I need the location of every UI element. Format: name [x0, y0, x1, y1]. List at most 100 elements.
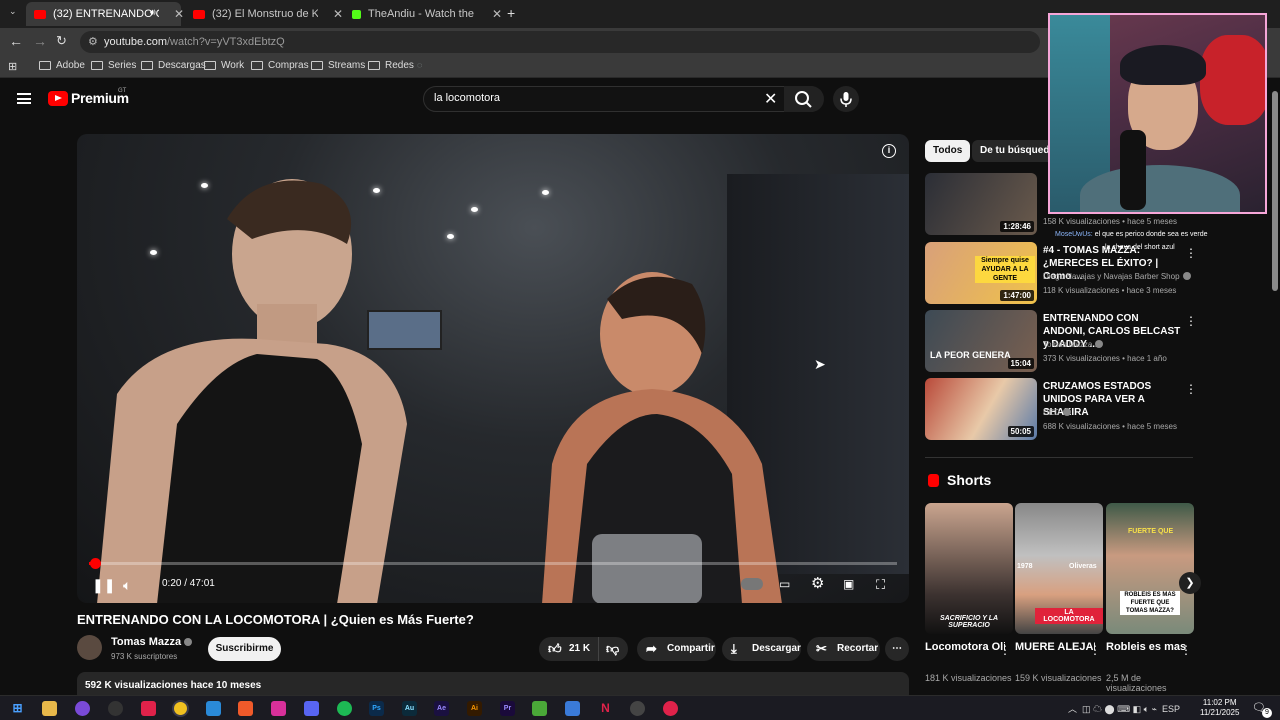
scrollbar-thumb[interactable] — [1272, 91, 1278, 291]
short-thumbnail: 1978 Oliveras LA LOCOMOTORA — [1015, 503, 1103, 634]
tray-icons[interactable]: ◫ ☁ ⬤ ⌨ ◧ 🔈︎ ⌁ — [1082, 704, 1157, 714]
tab-title: (32) ENTRENANDO CON LA — [53, 8, 159, 20]
dislike-button[interactable]: 👎︎ — [598, 637, 628, 661]
folder-icon — [311, 61, 323, 70]
spotify-icon[interactable] — [337, 701, 352, 716]
system-clock[interactable]: 11:02 PM 11/21/2025 — [1200, 698, 1239, 718]
after-effects-icon[interactable]: Ae — [434, 701, 449, 716]
audio-playing-icon[interactable]: 🔊︎ — [150, 7, 156, 18]
more-vertical-icon[interactable]: ⋮ — [999, 643, 1011, 657]
new-tab-button[interactable]: + — [507, 5, 515, 21]
app-circle-icon[interactable] — [75, 701, 90, 716]
tab-close-icon[interactable]: ✕ — [174, 7, 184, 21]
pause-icon[interactable]: ❚❚ — [92, 577, 115, 594]
more-vertical-icon[interactable]: ⋮ — [1185, 314, 1197, 328]
info-icon[interactable]: i — [882, 144, 896, 158]
tray-chevron-icon[interactable]: ︿ — [1068, 704, 1077, 714]
short-item[interactable]: 1978 Oliveras LA LOCOMOTORA MUERE ALEJAN… — [1015, 503, 1103, 683]
clear-search-icon[interactable]: ✕ — [764, 89, 777, 109]
progress-bar[interactable] — [89, 558, 897, 569]
tab-entrenando[interactable]: (32) ENTRENANDO CON LA 🔊︎ ✕ — [26, 2, 184, 26]
channel-name[interactable]: Tomas Mazza — [111, 636, 193, 648]
volume-icon[interactable]: 🔈︎ — [123, 577, 131, 594]
bookmark-label: Work — [221, 60, 245, 71]
app-gray-icon[interactable] — [630, 701, 645, 716]
search-button[interactable] — [784, 86, 824, 112]
file-explorer-icon[interactable] — [42, 701, 57, 716]
back-arrow-icon[interactable]: ← — [9, 33, 23, 49]
windows-start-icon[interactable]: ⊞ — [10, 701, 25, 716]
recommendation-item[interactable]: 50:05 CRUZAMOS ESTADOS UNIDOS PARA VER A… — [925, 378, 1197, 440]
like-button[interactable]: 👍︎ 21 K — [539, 637, 598, 661]
reload-icon[interactable]: ↻ — [56, 33, 67, 49]
audition-icon[interactable]: Au — [402, 701, 417, 716]
youtube-logo-icon[interactable] — [48, 91, 68, 106]
more-actions-button[interactable]: ⋯ — [885, 637, 909, 661]
tab-monstruo[interactable]: (32) El Monstruo de Kičevo: un ✕ — [185, 2, 343, 26]
settings-gear-icon[interactable]: ⚙︎ — [811, 574, 824, 592]
photoshop-icon[interactable]: Ps — [369, 701, 384, 716]
channel-text: DED — [1043, 408, 1060, 417]
apps-grid-icon[interactable]: ⊞ — [8, 60, 17, 73]
recommendation-item[interactable]: LA PEOR GENERA 15:04 ENTRENANDO CON ANDO… — [925, 310, 1197, 372]
bookmark-series[interactable]: Series — [91, 60, 136, 71]
copilot-icon[interactable] — [206, 701, 221, 716]
language-indicator[interactable]: ESP — [1162, 704, 1180, 714]
channel-avatar[interactable] — [77, 635, 102, 660]
more-vertical-icon[interactable]: ⋮ — [1089, 643, 1101, 657]
url-field[interactable]: ⚙︎ youtube.com/watch?v=yVT3xdEbtzQ — [80, 31, 1040, 53]
bookmark-adobe[interactable]: Adobe — [39, 60, 85, 71]
discord-icon[interactable] — [304, 701, 319, 716]
forward-arrow-icon[interactable]: → — [33, 33, 47, 49]
netflix-icon[interactable]: N — [598, 701, 613, 716]
shorts-next-button[interactable]: ❯ — [1179, 572, 1201, 594]
search-icon — [795, 91, 812, 108]
bookmark-label: Streams — [328, 60, 366, 71]
brave-icon[interactable] — [238, 701, 253, 716]
app-blue-icon[interactable] — [565, 701, 580, 716]
illustrator-icon[interactable]: Ai — [467, 701, 482, 716]
site-info-icon[interactable]: ⚙︎ — [88, 31, 98, 53]
short-item[interactable]: SACRIFICIO Y LA SUPERACIO Locomotora Oli… — [925, 503, 1013, 683]
theater-mode-icon[interactable]: ▣ — [843, 577, 854, 591]
share-button[interactable]: ➦ Compartir — [637, 637, 716, 661]
bookmark-descargas[interactable]: Descargas — [141, 60, 206, 71]
tab-close-icon[interactable]: ✕ — [333, 7, 343, 21]
chat-text: la chava del short azul — [1105, 244, 1175, 251]
verified-badge-icon — [184, 638, 193, 646]
minecraft-icon[interactable] — [532, 701, 547, 716]
subtitles-icon[interactable]: ▭ — [779, 577, 790, 591]
progress-scrubber-handle[interactable] — [89, 558, 101, 569]
fullscreen-icon[interactable]: ⛶ — [876, 577, 885, 593]
voice-search-button[interactable] — [833, 86, 859, 112]
youtube-app-icon[interactable] — [663, 701, 678, 716]
tab-list-chevron-icon[interactable]: ⌄ — [9, 6, 17, 17]
app-dark-icon[interactable] — [108, 701, 123, 716]
hamburger-menu-icon[interactable] — [17, 93, 31, 104]
more-vertical-icon[interactable]: ⋮ — [1185, 382, 1197, 396]
chip-todos[interactable]: Todos — [925, 140, 971, 162]
short-title: MUERE ALEJANDR... — [1015, 641, 1095, 653]
premiere-icon[interactable]: Pr — [500, 701, 515, 716]
bookmark-label: Compras — [268, 60, 309, 71]
tab-close-icon[interactable]: ✕ — [492, 7, 502, 21]
clip-button[interactable]: ✂ Recortar — [807, 637, 880, 661]
tab-theandiu[interactable]: TheAndiu - Watch the VOD on ✕ — [344, 2, 502, 26]
download-button[interactable]: ⤓ Descargar — [722, 637, 801, 661]
man-figure — [97, 179, 407, 603]
autoplay-toggle[interactable] — [741, 578, 763, 590]
chrome-icon[interactable] — [172, 700, 189, 717]
bookmark-work[interactable]: Work — [204, 60, 244, 71]
short-item[interactable]: FUERTE QUE ROBLEIS ES MAS FUERTE QUE TOM… — [1106, 503, 1194, 693]
bookmark-compras[interactable]: Compras — [251, 60, 309, 71]
duration-badge: 1:47:00 — [1000, 290, 1034, 301]
bookmark-streams[interactable]: Streams — [311, 60, 365, 71]
page-scrollbar[interactable] — [1270, 79, 1280, 695]
bookmark-redes[interactable]: Redes — [368, 60, 414, 71]
search-input[interactable]: la locomotora — [434, 92, 500, 104]
subscribe-button[interactable]: Suscribirme — [208, 637, 281, 661]
instagram-icon[interactable] — [271, 701, 286, 716]
tiktok-icon[interactable] — [141, 701, 156, 716]
video-player[interactable]: i ➤ ❚❚ 🔈︎ 0:20 / 47:01 ▭ ⚙︎ ▣ ⛶ — [77, 134, 909, 603]
more-vertical-icon[interactable]: ⋮ — [1180, 643, 1192, 657]
